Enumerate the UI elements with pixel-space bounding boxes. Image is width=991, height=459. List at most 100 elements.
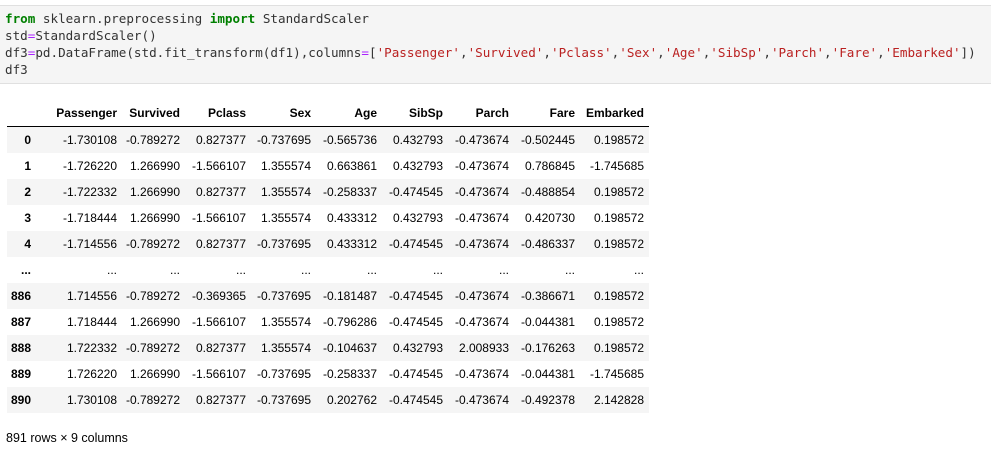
list-separator: , [543,45,551,60]
table-cell: 1.266990 [129,159,180,173]
table-cell: -0.369365 [191,289,246,303]
row-index: 886 [10,289,31,303]
table-cell: -0.737695 [256,393,311,407]
code-cell[interactable]: from sklearn.preprocessing import Standa… [0,5,991,84]
table-cell: -0.502445 [520,133,575,147]
table-header: Passenger Survived Pclass Sex Age SibSp … [7,100,649,127]
list-close: ]) [960,45,976,60]
table-cell: -0.737695 [256,367,311,381]
table-cell: -1.726220 [62,159,117,173]
table-cell: 1.355574 [260,211,311,225]
table-cell: -0.492378 [520,393,575,407]
table-cell: 1.722332 [66,341,117,355]
table-cell: -0.044381 [520,367,575,381]
table-cell: -0.386671 [520,289,575,303]
string-literal: 'Fare' [831,45,878,60]
table-cell: 2.142828 [593,393,644,407]
dataframe-table: Passenger Survived Pclass Sex Age SibSp … [7,100,649,413]
list-separator: , [824,45,832,60]
table-cell: 2.008933 [458,341,509,355]
table-cell: 0.663861 [326,159,377,173]
row-index: 1 [24,159,31,173]
table-cell: ... [300,263,311,277]
table-cell: -1.745685 [589,367,644,381]
list-separator: , [657,45,665,60]
table-cell: 1.726220 [66,367,117,381]
table-cell: 1.714556 [66,289,117,303]
code-line-4: df3 [5,62,28,77]
table-cell: -0.789272 [125,341,180,355]
table-cell: -0.473674 [454,315,509,329]
row-index: 4 [24,237,31,251]
table-cell: -0.474545 [388,393,443,407]
string-literal: 'Passenger' [376,45,460,60]
table-cell: -0.737695 [256,289,311,303]
row-index: 2 [24,185,31,199]
table-row: 0 -1.730108 -0.789272 0.827377 -0.737695 -0.5… [7,126,649,153]
table-cell: ... [235,263,246,277]
table-cell: -0.473674 [454,289,509,303]
table-cell: -0.473674 [454,133,509,147]
table-cell: ... [366,263,377,277]
table-cell: ... [564,263,575,277]
keyword-import: import [209,11,256,26]
table-cell: -0.789272 [125,133,180,147]
table-cell: 1.266990 [129,367,180,381]
table-cell: 0.433312 [326,237,377,251]
table-cell: 0.198572 [593,185,644,199]
table-cell: 0.786845 [524,159,575,173]
assign-target: df3 [5,45,28,60]
table-cell: -0.474545 [388,315,443,329]
list-separator: , [763,45,771,60]
table-cell: 0.198572 [593,237,644,251]
table-cell: -0.473674 [454,393,509,407]
table-cell: -1.730108 [62,133,117,147]
table-cell: -0.473674 [454,211,509,225]
table-cell: 1.355574 [260,185,311,199]
list-separator: , [459,45,468,60]
column-header: Parch [443,100,509,127]
row-index: 0 [24,133,31,147]
table-cell: 0.827377 [195,133,246,147]
table-cell: -0.258337 [322,367,377,381]
table-row: 889 1.726220 1.266990 -1.566107 -0.737695 -0.… [7,361,649,387]
table-cell: 0.420730 [524,211,575,225]
column-header: Fare [509,100,575,127]
table-row: 888 1.722332 -0.789272 0.827377 1.355574 -0.1… [7,335,649,361]
string-literal: 'SibSp' [710,45,764,60]
table-cell: -0.474545 [388,367,443,381]
row-index: 889 [10,367,31,381]
module-name: sklearn.preprocessing [35,11,210,26]
table-cell: 0.202762 [326,393,377,407]
list-separator: , [877,45,885,60]
table-cell: 1.355574 [260,159,311,173]
table-cell: -0.473674 [454,237,509,251]
table-cell: 0.432793 [392,159,443,173]
table-cell: -0.473674 [454,367,509,381]
table-cell: 1.266990 [129,211,180,225]
column-header: Embarked [575,100,649,127]
table-cell: -1.566107 [191,159,246,173]
table-body: 0 -1.730108 -0.789272 0.827377 -0.737695 -0.5… [7,126,649,413]
table-cell: -1.745685 [589,159,644,173]
table-row: 887 1.718444 1.266990 -1.566107 1.355574 -0.7… [7,309,649,335]
string-literal: 'Sex' [619,45,658,60]
row-index: 888 [10,341,31,355]
row-index: 3 [24,211,31,225]
table-cell: 0.198572 [593,315,644,329]
table-row: 886 1.714556 -0.789272 -0.369365 -0.737695 -0… [7,283,649,309]
string-literal: 'Embarked' [884,45,961,60]
table-cell: -1.714556 [62,237,117,251]
table-row: 4 -1.714556 -0.789272 0.827377 -0.737695 0.43… [7,231,649,257]
list-open: [ [368,45,377,60]
table-cell: -0.737695 [256,237,311,251]
table-cell: 0.827377 [195,185,246,199]
table-cell: ... [106,263,117,277]
function-call: pd.DataFrame(std.fit_transform(df1),colu… [35,45,362,60]
notebook-page: from sklearn.preprocessing import Standa… [0,0,991,459]
code-editor[interactable]: from sklearn.preprocessing import Standa… [0,6,991,78]
row-index: ... [20,263,31,277]
table-cell: 1.718444 [66,315,117,329]
table-cell: -0.488854 [520,185,575,199]
table-cell: 0.198572 [593,133,644,147]
